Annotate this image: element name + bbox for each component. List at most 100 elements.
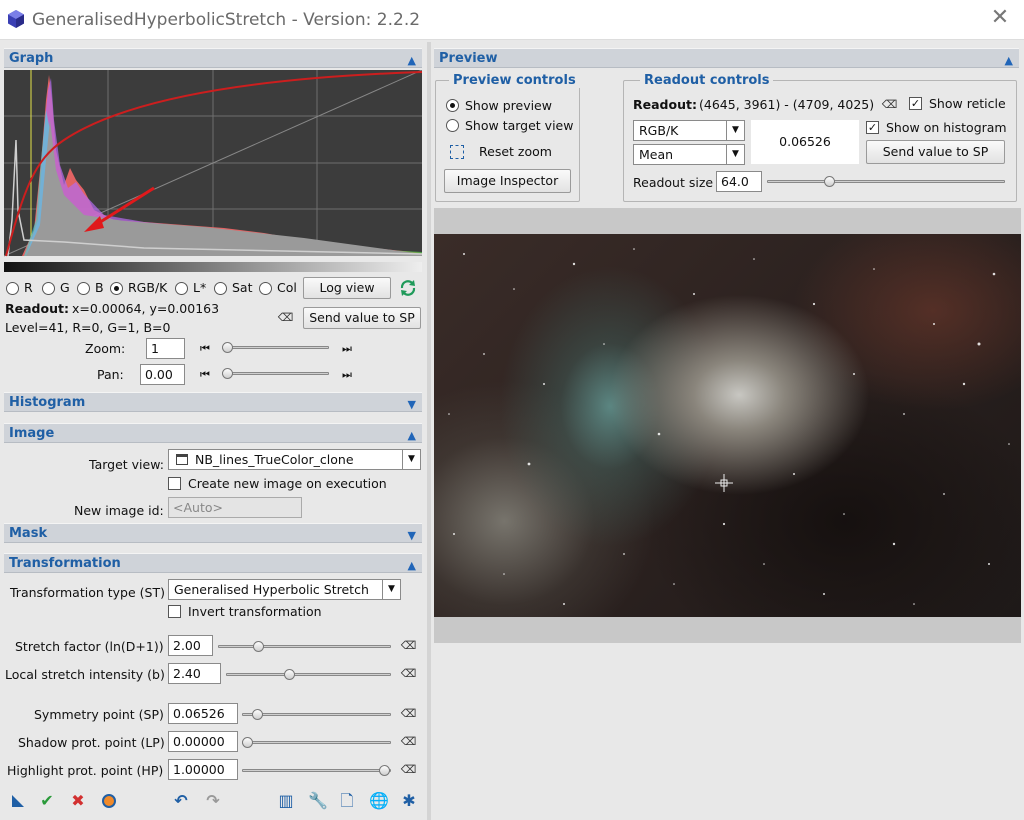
preview-image[interactable] bbox=[434, 234, 1021, 617]
stretch-factor-slider[interactable] bbox=[218, 641, 391, 652]
pan-end-icon[interactable]: ⏭ bbox=[338, 366, 356, 384]
chevron-down-icon[interactable]: ▼ bbox=[402, 450, 420, 469]
readout-stat-select[interactable]: Mean ▼ bbox=[633, 144, 745, 165]
channel-sat-label: Sat bbox=[232, 280, 253, 295]
transformation-type-select[interactable]: Generalised Hyperbolic Stretch ▼ bbox=[168, 579, 401, 600]
show-target-view-radio[interactable] bbox=[446, 119, 459, 132]
image-section-title: Image bbox=[9, 426, 55, 441]
new-image-id-input[interactable]: <Auto> bbox=[168, 497, 302, 518]
show-on-histogram-checkbox[interactable]: ✓ bbox=[866, 121, 879, 134]
shadow-prot-slider[interactable] bbox=[242, 737, 391, 748]
radio-channel-g[interactable] bbox=[42, 282, 55, 295]
show-preview-radio[interactable] bbox=[446, 99, 459, 112]
collapse-up-icon[interactable]: ▲ bbox=[408, 51, 416, 70]
preview-send-to-sp-button[interactable]: Send value to SP bbox=[866, 140, 1005, 164]
target-view-select[interactable]: NB_lines_TrueColor_clone ▼ bbox=[168, 449, 421, 470]
radio-channel-lstar[interactable] bbox=[175, 282, 188, 295]
histogram-section-header[interactable]: Histogram ▼ bbox=[4, 392, 422, 412]
show-reticle-checkbox[interactable]: ✓ bbox=[909, 97, 922, 110]
readout-size-slider[interactable] bbox=[767, 176, 1005, 187]
refresh-icon[interactable] bbox=[398, 278, 418, 298]
radio-channel-col[interactable] bbox=[259, 282, 272, 295]
local-stretch-input[interactable]: 2.40 bbox=[168, 663, 221, 684]
reset-zoom-icon[interactable] bbox=[450, 145, 464, 159]
highlight-prot-slider[interactable] bbox=[242, 765, 391, 776]
image-section-header[interactable]: Image ▲ bbox=[4, 423, 422, 443]
pan-start-icon[interactable]: ⏮ bbox=[196, 366, 214, 384]
pixinsight-logo-icon bbox=[8, 10, 24, 28]
documentation-icon[interactable]: ▥ bbox=[277, 792, 295, 810]
target-view-value: NB_lines_TrueColor_clone bbox=[195, 452, 354, 467]
create-new-image-checkbox[interactable] bbox=[168, 477, 181, 490]
graph-send-to-sp-button[interactable]: Send value to SP bbox=[303, 307, 421, 329]
transformation-section-header[interactable]: Transformation ▲ bbox=[4, 553, 422, 573]
channel-g-label: G bbox=[60, 280, 70, 295]
zoom-start-icon[interactable]: ⏮ bbox=[196, 340, 214, 358]
expand-down-icon[interactable]: ▼ bbox=[408, 526, 416, 545]
document-icon[interactable]: 🗋 bbox=[338, 792, 356, 810]
stretch-factor-input[interactable]: 2.00 bbox=[168, 635, 213, 656]
undo-icon[interactable]: ↶ bbox=[172, 792, 190, 810]
clear-shadow-prot-icon[interactable]: ⌫ bbox=[400, 735, 417, 748]
pan-slider[interactable] bbox=[222, 368, 329, 379]
chevron-down-icon[interactable]: ▼ bbox=[726, 121, 744, 140]
preview-section-header[interactable]: Preview ▲ bbox=[434, 48, 1019, 68]
highlight-prot-input[interactable]: 1.00000 bbox=[168, 759, 238, 780]
radio-channel-rgbk[interactable] bbox=[110, 282, 123, 295]
mask-section-header[interactable]: Mask ▼ bbox=[4, 523, 422, 543]
radio-channel-sat[interactable] bbox=[214, 282, 227, 295]
slider-knob[interactable] bbox=[251, 709, 263, 720]
radio-channel-b[interactable] bbox=[77, 282, 90, 295]
new-instance-icon[interactable] bbox=[10, 793, 26, 809]
clear-symmetry-point-icon[interactable]: ⌫ bbox=[400, 707, 417, 720]
channel-b-label: B bbox=[95, 280, 104, 295]
slider-knob[interactable] bbox=[379, 765, 390, 776]
chevron-down-icon[interactable]: ▼ bbox=[382, 580, 400, 599]
chevron-down-icon[interactable]: ▼ bbox=[726, 145, 744, 164]
preview-section-title: Preview bbox=[439, 51, 498, 66]
slider-knob[interactable] bbox=[242, 737, 253, 748]
transformation-graph[interactable] bbox=[4, 70, 422, 276]
zoom-end-icon[interactable]: ⏭ bbox=[338, 340, 356, 358]
globe-icon[interactable]: 🌐 bbox=[369, 792, 389, 810]
window-title: GeneralisedHyperbolicStretch - Version: … bbox=[32, 10, 421, 30]
close-icon[interactable]: ✕ bbox=[986, 6, 1014, 32]
readout-controls-title: Readout controls bbox=[640, 73, 774, 88]
clear-preview-readout-icon[interactable]: ⌫ bbox=[881, 98, 898, 111]
collapse-up-icon[interactable]: ▲ bbox=[408, 556, 416, 575]
invert-transformation-checkbox[interactable] bbox=[168, 605, 181, 618]
symmetry-point-input[interactable]: 0.06526 bbox=[168, 703, 238, 724]
clear-stretch-factor-icon[interactable]: ⌫ bbox=[400, 639, 417, 652]
wrench-icon[interactable]: 🔧 bbox=[308, 792, 328, 810]
real-time-preview-icon[interactable] bbox=[101, 793, 117, 809]
shadow-prot-input[interactable]: 0.00000 bbox=[168, 731, 238, 752]
reset-zoom-label[interactable]: Reset zoom bbox=[479, 144, 552, 159]
title-bar: GeneralisedHyperbolicStretch - Version: … bbox=[0, 0, 1024, 40]
readout-channel-select[interactable]: RGB/K ▼ bbox=[633, 120, 745, 141]
log-view-button[interactable]: Log view bbox=[303, 277, 391, 299]
graph-section-header[interactable]: Graph ▲ bbox=[4, 48, 422, 68]
radio-channel-r[interactable] bbox=[6, 282, 19, 295]
slider-knob[interactable] bbox=[284, 669, 296, 680]
symmetry-point-slider[interactable] bbox=[242, 709, 391, 720]
clear-readout-icon[interactable]: ⌫ bbox=[277, 311, 294, 324]
image-inspector-button[interactable]: Image Inspector bbox=[444, 169, 571, 193]
reset-icon[interactable]: ✱ bbox=[400, 792, 418, 810]
create-new-image-label: Create new image on execution bbox=[188, 476, 387, 491]
zoom-slider[interactable] bbox=[222, 342, 329, 353]
zoom-input[interactable]: 1 bbox=[146, 338, 185, 359]
expand-down-icon[interactable]: ▼ bbox=[408, 395, 416, 414]
redo-icon[interactable]: ↷ bbox=[204, 792, 222, 810]
collapse-up-icon[interactable]: ▲ bbox=[1005, 51, 1013, 70]
readout-size-input[interactable]: 64.0 bbox=[716, 171, 762, 192]
collapse-up-icon[interactable]: ▲ bbox=[408, 426, 416, 445]
target-view-label: Target view: bbox=[89, 457, 164, 472]
pan-input[interactable]: 0.00 bbox=[140, 364, 185, 385]
clear-local-stretch-icon[interactable]: ⌫ bbox=[400, 667, 417, 680]
clear-highlight-prot-icon[interactable]: ⌫ bbox=[400, 763, 417, 776]
show-target-view-label: Show target view bbox=[465, 118, 574, 133]
apply-global-icon[interactable]: ✔ bbox=[38, 792, 56, 810]
slider-knob[interactable] bbox=[253, 641, 265, 652]
cancel-icon[interactable]: ✖ bbox=[69, 792, 87, 810]
local-stretch-slider[interactable] bbox=[226, 669, 391, 680]
